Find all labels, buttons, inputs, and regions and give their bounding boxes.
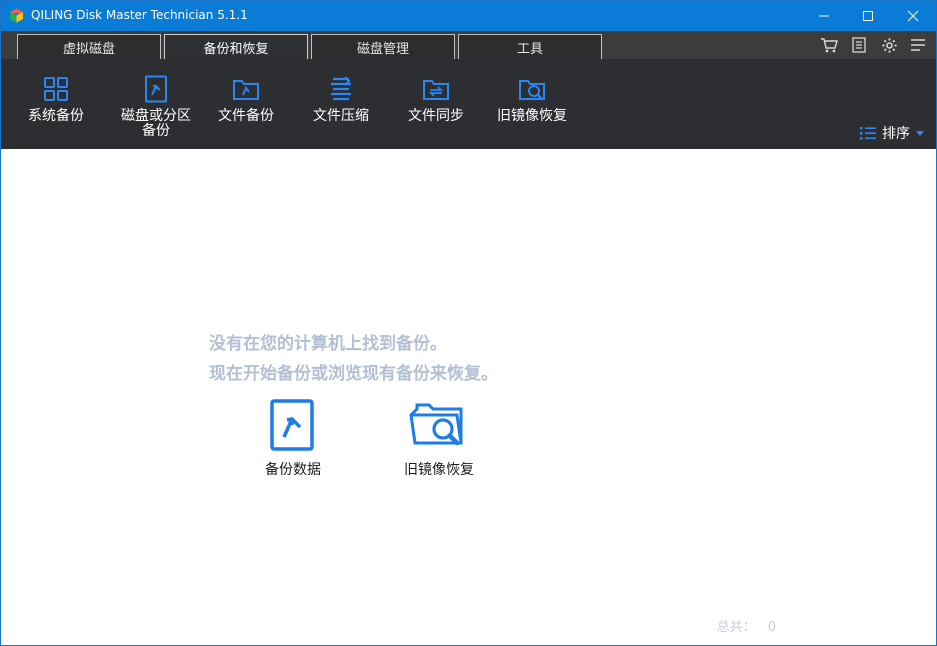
list-icon: [860, 127, 876, 140]
content-area: 没有在您的计算机上找到备份。 现在开始备份或浏览现有备份来恢复。 备份数据 旧镜…: [1, 149, 936, 645]
disk-partition-backup-button[interactable]: 磁盘或分区 备份: [111, 75, 201, 139]
close-icon: [907, 10, 919, 22]
caret-down-icon: [916, 130, 924, 136]
file-backup-label: 文件备份: [218, 108, 274, 124]
sort-button[interactable]: 排序: [860, 123, 924, 143]
settings-button[interactable]: [879, 35, 899, 55]
tab-virtual-disk[interactable]: 虚拟磁盘: [17, 34, 161, 59]
sort-label: 排序: [882, 126, 910, 142]
old-image-restore-label: 旧镜像恢复: [497, 108, 567, 124]
old-image-restore-icon: [409, 403, 463, 446]
gear-icon: [881, 37, 897, 53]
system-backup-label: 系统备份: [28, 108, 84, 124]
folder-backup-icon: [233, 80, 259, 100]
toolbar: 系统备份 磁盘或分区 备份 文件备份 文件压缩 文件同步 旧镜像恢复 排序: [1, 59, 936, 149]
old-image-restore-button[interactable]: 旧镜像恢复: [487, 75, 577, 124]
tab-strip: 虚拟磁盘 备份和恢复 磁盘管理 工具: [1, 31, 936, 59]
system-backup-button[interactable]: 系统备份: [11, 75, 101, 124]
grid-icon: [44, 77, 68, 101]
cart-icon: [821, 38, 838, 53]
tab-backup-restore[interactable]: 备份和恢复: [164, 34, 308, 59]
disk-partition-backup-label: 磁盘或分区: [121, 108, 191, 124]
disk-backup-icon: [145, 75, 167, 103]
window-title: QILING Disk Master Technician 5.1.1: [31, 8, 248, 22]
close-button[interactable]: [890, 1, 936, 31]
file-compress-button[interactable]: 文件压缩: [296, 75, 386, 124]
total-label: 总共：: [716, 620, 756, 635]
app-logo-icon: [9, 8, 24, 23]
backup-data-label: 备份数据: [265, 462, 321, 478]
maximize-button[interactable]: [845, 1, 891, 31]
total-value: 0: [767, 620, 776, 635]
document-list-icon: [852, 37, 866, 53]
tab-tools[interactable]: 工具: [458, 34, 602, 59]
file-backup-button[interactable]: 文件备份: [201, 75, 291, 124]
menu-button[interactable]: [908, 35, 928, 55]
compress-icon: [331, 76, 351, 101]
cart-button[interactable]: [819, 35, 839, 55]
disk-partition-backup-label-line2: 备份: [142, 123, 170, 139]
old-image-restore-action[interactable]: 旧镜像恢复: [394, 399, 484, 479]
empty-message-line1: 没有在您的计算机上找到备份。: [209, 334, 447, 354]
log-button[interactable]: [849, 35, 869, 55]
file-sync-label: 文件同步: [408, 108, 464, 124]
backup-data-icon: [270, 399, 314, 451]
maximize-icon: [863, 11, 873, 21]
empty-message-line2: 现在开始备份或浏览现有备份来恢复。: [209, 364, 498, 384]
total-count: 总共： 0: [717, 616, 776, 635]
minimize-button[interactable]: [801, 1, 847, 31]
folder-sync-icon: [423, 80, 449, 100]
tab-disk-management[interactable]: 磁盘管理: [311, 34, 455, 59]
file-compress-label: 文件压缩: [313, 108, 369, 124]
folder-search-icon: [519, 80, 545, 100]
app-window: QILING Disk Master Technician 5.1.1 虚拟磁盘…: [0, 0, 937, 646]
backup-data-button[interactable]: 备份数据: [253, 399, 333, 479]
title-bar[interactable]: QILING Disk Master Technician 5.1.1: [1, 1, 936, 31]
minimize-icon: [819, 15, 829, 17]
old-image-restore-action-label: 旧镜像恢复: [404, 462, 474, 478]
file-sync-button[interactable]: 文件同步: [391, 75, 481, 124]
menu-icon: [911, 39, 925, 51]
